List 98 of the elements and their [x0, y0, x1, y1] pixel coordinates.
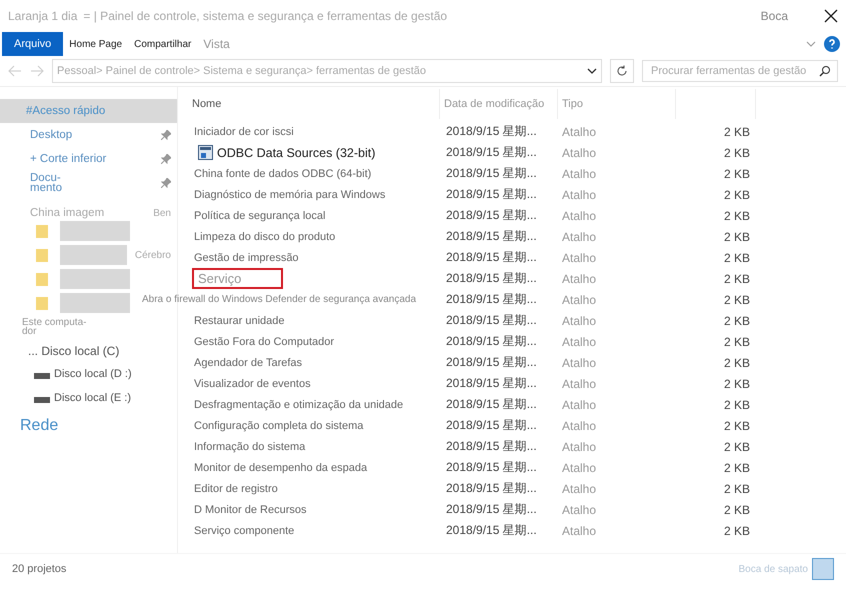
date-cell-text: 2018/9/15 星期...	[445, 501, 538, 518]
size-cell-text: 2 KB	[722, 146, 751, 160]
side-note: Ben	[153, 208, 172, 218]
status-label: Boca de sapato	[738, 564, 808, 574]
type-cell-text: Atalho	[561, 208, 598, 222]
search-field[interactable]: Procurar ferramentas de gestão	[642, 60, 838, 82]
size-cell-text: 2 KB	[722, 524, 751, 538]
ribbon-tab[interactable]: Arquivo	[2, 32, 64, 56]
sidebar-item[interactable]: Docu- mento	[0, 171, 177, 195]
type-cell-text: Atalho	[561, 124, 598, 138]
size-cell-text: 2 KB	[722, 376, 751, 390]
date-cell-text: 2018/9/15 星期...	[445, 186, 538, 203]
date-cell-text: 2018/9/15 星期...	[445, 354, 538, 371]
type-cell-text: Atalho	[561, 440, 598, 454]
file-name[interactable]: Limpeza do disco do produto	[194, 230, 336, 242]
date-cell-text: 2018/9/15 星期...	[445, 438, 538, 455]
date-cell-text: 2018/9/15 星期...	[445, 228, 538, 245]
file-name[interactable]: China fonte de dados ODBC (64-bit)	[194, 168, 372, 180]
date-cell-text: 2018/9/15 星期...	[445, 312, 538, 329]
file-name[interactable]: Gestão de impressão	[194, 252, 299, 264]
date-cell-text: 2018/9/15 星期...	[445, 396, 538, 413]
type-cell-text: Atalho	[561, 272, 598, 286]
file-name[interactable]: Gestão Fora do Computador	[194, 336, 334, 348]
date-cell-text: 2018/9/15 星期...	[445, 249, 538, 266]
type-cell-text: Atalho	[561, 146, 598, 160]
size-cell-text: 2 KB	[722, 440, 751, 454]
date-cell-text: 2018/9/15 星期...	[445, 459, 538, 476]
file-name[interactable]: Agendador de Tarefas	[194, 356, 302, 368]
type-cell-text: Atalho	[561, 398, 598, 412]
size-cell-text: 2 KB	[722, 356, 751, 370]
date-cell-text: 2018/9/15 星期...	[445, 333, 538, 350]
title-label: Boca	[760, 9, 788, 23]
date-cell-text: 2018/9/15 星期...	[445, 417, 538, 434]
size-cell-text: 2 KB	[722, 314, 751, 328]
file-name[interactable]: Iniciador de cor iscsi	[194, 126, 294, 138]
file-name[interactable]: Diagnóstico de memória para Windows	[194, 188, 386, 200]
window-title-prefix: Laranja 1 dia	[8, 9, 78, 23]
date-cell-text: 2018/9/15 星期...	[445, 291, 538, 308]
date-cell-text: 2018/9/15 星期...	[445, 144, 538, 161]
type-cell-text: Atalho	[561, 292, 598, 306]
type-cell-text: Atalho	[561, 250, 598, 264]
size-cell-text: 2 KB	[722, 482, 751, 496]
type-cell-text: Atalho	[561, 230, 598, 244]
size-cell-text: 2 KB	[722, 188, 751, 202]
date-cell-text: 2018/9/15 星期...	[445, 270, 538, 287]
file-name[interactable]: Informação do sistema	[194, 440, 306, 452]
size-cell-text: 2 KB	[722, 230, 751, 244]
file-name[interactable]: Abra o firewall do Windows Defender de segurança avançada	[142, 294, 416, 305]
type-cell-text: Atalho	[561, 524, 598, 538]
size-cell-text: 2 KB	[722, 250, 751, 264]
file-name[interactable]: ODBC Data Sources (32-bit)	[217, 146, 376, 160]
size-cell-text: 2 KB	[722, 398, 751, 412]
type-cell-text: Atalho	[561, 460, 598, 474]
item-count: 20 projetos	[12, 563, 66, 575]
date-cell-text: 2018/9/15 星期...	[445, 522, 538, 539]
sidebar-item[interactable]: Disco local (D :)	[54, 370, 177, 380]
file-name[interactable]: Visualizador de eventos	[194, 378, 311, 390]
file-name[interactable]: D Monitor de Recursos	[194, 504, 306, 516]
file-name[interactable]: Configuração completa do sistema	[194, 420, 364, 432]
size-cell-text: 2 KB	[722, 334, 751, 348]
side-note: Cérebro	[134, 250, 172, 260]
type-cell-text: Atalho	[561, 334, 598, 348]
sidebar-item[interactable]: Rede	[0, 411, 177, 441]
type-cell-text: Atalho	[561, 482, 598, 496]
size-cell-text: 2 KB	[722, 166, 751, 180]
column-header[interactable]: Nome	[192, 98, 222, 110]
ribbon-tab[interactable]: Home Page	[63, 32, 128, 56]
type-cell-text: Atalho	[561, 418, 598, 432]
sidebar-item[interactable]: Disco local (E :)	[54, 394, 177, 404]
file-name[interactable]: Monitor de desempenho da espada	[194, 462, 368, 474]
date-cell-text: 2018/9/15 星期...	[445, 375, 538, 392]
type-cell-text: Atalho	[561, 188, 598, 202]
size-cell-text: 2 KB	[722, 292, 751, 306]
type-cell-text: Atalho	[561, 356, 598, 370]
date-cell-text: 2018/9/15 星期...	[445, 123, 538, 140]
date-cell-text: 2018/9/15 星期...	[445, 207, 538, 224]
date-cell-text: 2018/9/15 星期...	[445, 165, 538, 182]
size-cell-text: 2 KB	[722, 208, 751, 222]
size-cell-text: 2 KB	[722, 502, 751, 516]
file-name[interactable]: Serviço componente	[194, 524, 294, 536]
file-name[interactable]: Editor de registro	[194, 482, 278, 494]
window-title: = | Painel de controle, sistema e segurança e ferramentas de gestão	[83, 9, 448, 23]
file-name[interactable]: Desfragmentação e otimização da unidade	[194, 398, 404, 410]
size-cell-text: 2 KB	[722, 418, 751, 432]
file-name[interactable]: Restaurar unidade	[194, 314, 285, 326]
sidebar-item[interactable]: Desktop	[0, 123, 177, 147]
ribbon-tab[interactable]: Compartilhar	[128, 32, 198, 56]
type-cell-text: Atalho	[561, 166, 598, 180]
type-cell-text: Atalho	[561, 502, 598, 516]
date-cell-text: 2018/9/15 星期...	[445, 480, 538, 497]
size-cell-text: 2 KB	[722, 272, 751, 286]
sidebar-item[interactable]: ... Disco local (C)	[0, 339, 177, 363]
size-cell-text: 2 KB	[722, 460, 751, 474]
sidebar-item[interactable]: + Corte inferior	[0, 147, 177, 171]
file-name[interactable]: Política de segurança local	[194, 210, 326, 222]
type-cell-text: Atalho	[561, 314, 598, 328]
type-cell-text: Atalho	[561, 376, 598, 390]
size-cell-text: 2 KB	[722, 124, 751, 138]
